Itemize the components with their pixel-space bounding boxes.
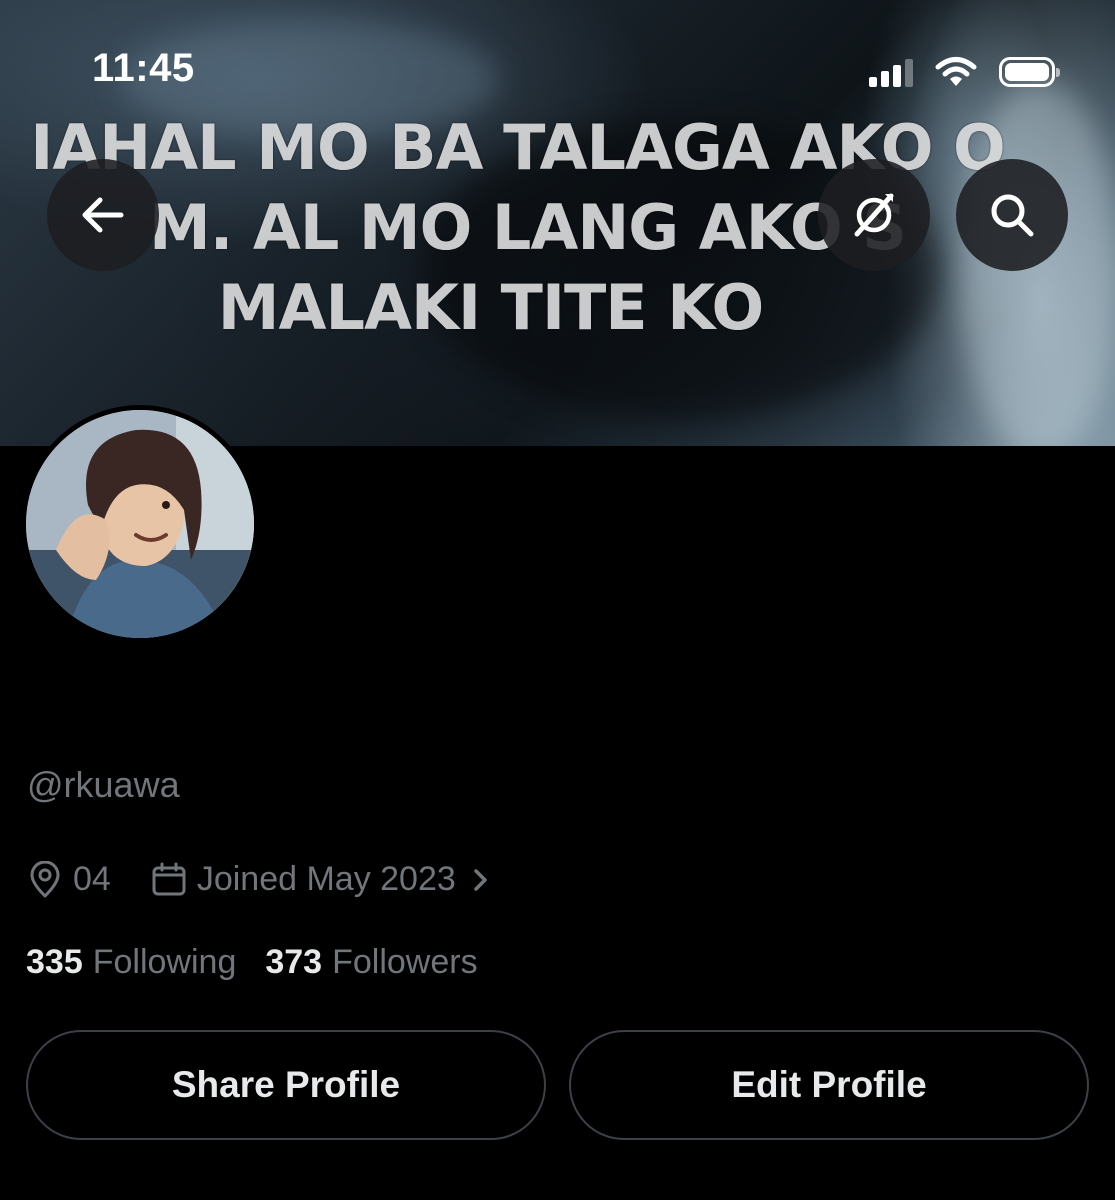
joined-text: Joined May 2023 <box>196 860 456 898</box>
follow-stats: 335 Following 373 Followers <box>26 943 478 982</box>
avatar-image <box>26 410 254 638</box>
calendar-icon <box>152 862 186 895</box>
banner-caption-line: MALAKI TITE KO <box>217 271 764 344</box>
avatar[interactable] <box>21 405 259 643</box>
followers-count: 373 <box>265 943 323 981</box>
following-link[interactable]: 335 Following <box>26 943 236 982</box>
status-icons <box>869 52 1060 92</box>
share-profile-button[interactable]: Share Profile <box>26 1030 546 1140</box>
grok-button[interactable] <box>818 159 930 271</box>
profile-screen: IAHAL MO BA TALAGA AKO O M. AL MO LANG A… <box>0 0 1115 1200</box>
location-pin-icon <box>30 860 60 897</box>
search-button[interactable] <box>956 159 1068 271</box>
battery-icon <box>999 57 1060 87</box>
search-icon <box>991 194 1034 237</box>
profile-meta: 04 Joined May 2023 <box>27 860 492 899</box>
status-time: 11:45 <box>92 46 195 90</box>
chevron-right-icon <box>474 868 487 891</box>
back-button[interactable] <box>47 159 159 271</box>
battery-level <box>1005 63 1049 81</box>
followers-link[interactable]: 373 Followers <box>265 943 477 982</box>
wifi-icon <box>935 57 977 86</box>
followers-label: Followers <box>332 943 478 981</box>
edit-profile-button[interactable]: Edit Profile <box>569 1030 1089 1140</box>
battery-tip <box>1056 68 1060 77</box>
joined-date[interactable]: Joined May 2023 <box>151 860 492 899</box>
grok-icon <box>854 193 894 237</box>
location: 04 <box>27 860 111 899</box>
profile-handle: @rkuawa <box>27 764 180 805</box>
cellular-signal-icon <box>869 57 913 87</box>
banner-caption: IAHAL MO BA TALAGA AKO O M. AL MO LANG A… <box>0 108 1115 348</box>
following-label: Following <box>92 943 237 981</box>
following-count: 335 <box>26 943 83 981</box>
arrow-left-icon <box>82 197 124 233</box>
location-text: 04 <box>73 860 111 898</box>
